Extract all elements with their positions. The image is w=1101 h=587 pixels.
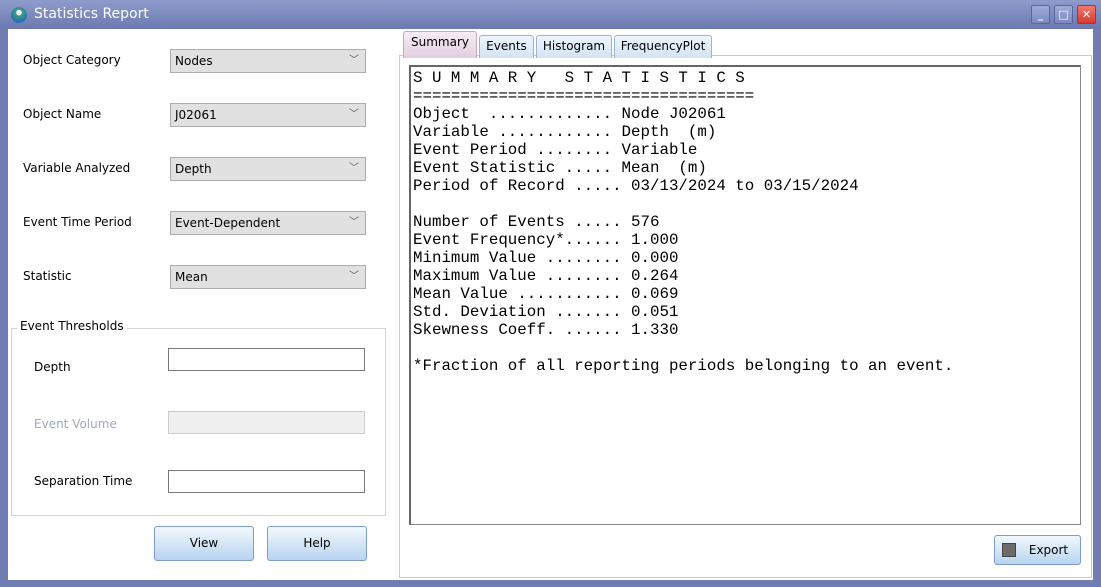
export-label: Export bbox=[1029, 543, 1068, 557]
report-line bbox=[413, 195, 1080, 213]
event-volume-input bbox=[168, 411, 365, 434]
report-line: Skewness Coeff. ...... 1.330 bbox=[413, 321, 1080, 339]
summary-report-text[interactable]: S U M M A R Y S T A T I S T I C S=======… bbox=[409, 65, 1081, 525]
tab-summary[interactable]: Summary bbox=[403, 31, 477, 58]
chevron-down-icon: ﹀ bbox=[349, 50, 359, 72]
close-button[interactable]: ✕ bbox=[1077, 5, 1096, 24]
separation-time-label: Separation Time bbox=[34, 474, 132, 488]
report-line: Maximum Value ........ 0.264 bbox=[413, 267, 1080, 285]
object-name-label: Object Name bbox=[23, 107, 101, 121]
report-line: Variable ............ Depth (m) bbox=[413, 123, 1080, 141]
event-thresholds-title: Event Thresholds bbox=[17, 319, 127, 333]
event-period-label: Event Time Period bbox=[23, 215, 132, 229]
help-button[interactable]: Help bbox=[267, 526, 367, 561]
statistic-select[interactable]: Mean ﹀ bbox=[170, 265, 366, 289]
chevron-down-icon: ﹀ bbox=[349, 158, 359, 180]
object-name-value: J02061 bbox=[175, 108, 217, 122]
variable-select[interactable]: Depth ﹀ bbox=[170, 157, 366, 181]
object-category-value: Nodes bbox=[175, 54, 213, 68]
object-category-select[interactable]: Nodes ﹀ bbox=[170, 49, 366, 73]
depth-threshold-input[interactable] bbox=[168, 348, 365, 371]
chevron-down-icon: ﹀ bbox=[349, 266, 359, 288]
report-line: S U M M A R Y S T A T I S T I C S bbox=[413, 69, 1080, 87]
window-title: Statistics Report bbox=[34, 6, 149, 22]
app-icon bbox=[11, 7, 27, 23]
report-line: Number of Events ..... 576 bbox=[413, 213, 1080, 231]
export-button[interactable]: Export bbox=[994, 535, 1081, 565]
chevron-down-icon: ﹀ bbox=[349, 212, 359, 234]
event-volume-label: Event Volume bbox=[34, 417, 117, 431]
chevron-down-icon: ﹀ bbox=[349, 104, 359, 126]
tab-histogram[interactable]: Histogram bbox=[536, 35, 612, 58]
report-line: Std. Deviation ....... 0.051 bbox=[413, 303, 1080, 321]
event-period-select[interactable]: Event-Dependent ﹀ bbox=[170, 211, 366, 235]
object-name-select[interactable]: J02061 ﹀ bbox=[170, 103, 366, 127]
depth-threshold-label: Depth bbox=[34, 360, 71, 374]
report-line: Minimum Value ........ 0.000 bbox=[413, 249, 1080, 267]
report-line: Mean Value ........... 0.069 bbox=[413, 285, 1080, 303]
separation-time-input[interactable] bbox=[168, 470, 365, 493]
maximize-button[interactable]: □ bbox=[1054, 5, 1073, 24]
view-button[interactable]: View bbox=[154, 526, 254, 561]
report-line: Period of Record ..... 03/13/2024 to 03/… bbox=[413, 177, 1080, 195]
statistic-label: Statistic bbox=[23, 269, 72, 283]
title-bar[interactable]: Statistics Report _ □ ✕ bbox=[0, 0, 1101, 29]
minimize-button[interactable]: _ bbox=[1031, 5, 1050, 24]
save-icon bbox=[1002, 543, 1016, 557]
report-line: Object ............. Node J02061 bbox=[413, 105, 1080, 123]
event-period-value: Event-Dependent bbox=[175, 216, 280, 230]
tab-events[interactable]: Events bbox=[479, 35, 534, 58]
object-category-label: Object Category bbox=[23, 53, 121, 67]
client-area: Object Category Nodes ﹀ Object Name J0206… bbox=[8, 29, 1093, 580]
report-line bbox=[413, 339, 1080, 357]
statistic-value: Mean bbox=[175, 270, 208, 284]
report-line: Event Frequency*...... 1.000 bbox=[413, 231, 1080, 249]
variable-label: Variable Analyzed bbox=[23, 161, 130, 175]
tab-frequencyplot[interactable]: FrequencyPlot bbox=[614, 35, 712, 58]
report-line: *Fraction of all reporting periods belon… bbox=[413, 357, 1080, 375]
report-line: Event Period ........ Variable bbox=[413, 141, 1080, 159]
report-line: ==================================== bbox=[413, 87, 1080, 105]
variable-value: Depth bbox=[175, 162, 212, 176]
report-line: Event Statistic ..... Mean (m) bbox=[413, 159, 1080, 177]
